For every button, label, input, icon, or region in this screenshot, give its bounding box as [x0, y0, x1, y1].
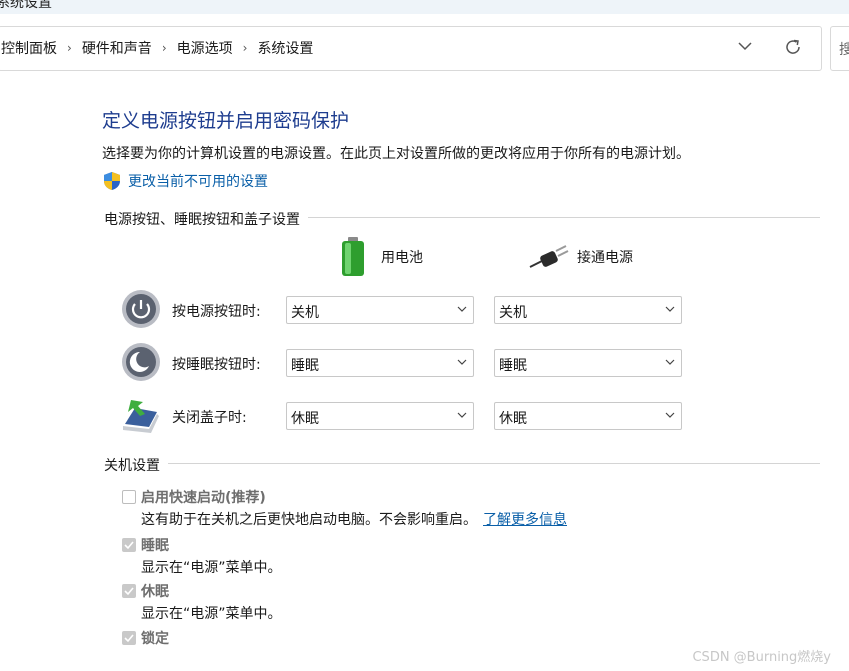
- fast-startup-checkbox[interactable]: [122, 490, 136, 504]
- sleep-button-plugged-select[interactable]: 睡眠: [494, 349, 682, 377]
- change-unavailable-settings-link[interactable]: 更改当前不可用的设置: [102, 171, 268, 191]
- sleep-description: 显示在“电源”菜单中。: [141, 560, 282, 576]
- sleep-button-label: 按睡眠按钮时:: [172, 357, 261, 373]
- chevron-down-icon: [665, 306, 675, 312]
- lock-label: 锁定: [141, 631, 169, 647]
- fast-startup-desc-text: 这有助于在关机之后更快地启动电脑。不会影响重启。: [141, 512, 477, 528]
- select-value: 关机: [291, 305, 319, 321]
- page-description: 选择要为你的计算机设置的电源设置。在此页上对设置所做的更改将应用于你所有的电源计…: [102, 146, 690, 162]
- chevron-down-icon: [457, 359, 467, 365]
- fast-startup-description: 这有助于在关机之后更快地启动电脑。不会影响重启。 了解更多信息: [141, 509, 567, 529]
- battery-icon: [342, 237, 364, 276]
- select-value: 睡眠: [499, 358, 527, 374]
- chevron-down-icon: [457, 412, 467, 418]
- plugged-column-header: 接通电源: [528, 243, 633, 271]
- sleep-button-battery-select[interactable]: 睡眠: [286, 349, 474, 377]
- breadcrumb-control-panel[interactable]: 控制面板: [1, 38, 57, 58]
- chevron-down-icon: [665, 412, 675, 418]
- select-value: 休眠: [499, 411, 527, 427]
- history-dropdown-button[interactable]: [737, 38, 759, 58]
- checkmark-icon: [124, 587, 134, 596]
- laptop-lid-icon: [123, 400, 159, 433]
- sleep-button-icon: [122, 343, 160, 381]
- checkmark-icon: [124, 541, 134, 550]
- address-bar[interactable]: 控制面板 › 硬件和声音 › 电源选项 › 系统设置: [0, 26, 822, 71]
- title-bar: 系统设置: [0, 0, 849, 14]
- fast-startup-label: 启用快速启动(推荐): [141, 490, 266, 506]
- plugged-column-label: 接通电源: [577, 250, 633, 266]
- breadcrumb: 控制面板 › 硬件和声音 › 电源选项 › 系统设置: [1, 38, 313, 58]
- shutdown-group-title: 关机设置: [104, 455, 168, 475]
- lid-close-battery-select[interactable]: 休眠: [286, 402, 474, 430]
- power-button-plugged-select[interactable]: 关机: [494, 296, 682, 324]
- hibernate-description: 显示在“电源”菜单中。: [141, 606, 282, 622]
- power-button-label: 按电源按钮时:: [172, 304, 261, 320]
- chevron-down-icon: [457, 306, 467, 312]
- chevron-down-icon: [665, 359, 675, 365]
- hibernate-checkbox[interactable]: [122, 584, 136, 598]
- select-value: 关机: [499, 305, 527, 321]
- power-button-icon: [122, 290, 160, 328]
- lid-close-plugged-select[interactable]: 休眠: [494, 402, 682, 430]
- lock-checkbox[interactable]: [122, 631, 136, 645]
- sleep-checkbox[interactable]: [122, 538, 136, 552]
- chevron-down-icon: [738, 42, 752, 51]
- learn-more-link[interactable]: 了解更多信息: [483, 512, 567, 528]
- battery-column-label: 用电池: [381, 250, 423, 266]
- breadcrumb-power-options[interactable]: 电源选项: [177, 38, 233, 58]
- breadcrumb-system-settings[interactable]: 系统设置: [257, 38, 313, 58]
- page-title: 定义电源按钮并启用密码保护: [102, 110, 350, 132]
- breadcrumb-hardware-sound[interactable]: 硬件和声音: [82, 38, 152, 58]
- watermark: CSDN @Burning燃烧y: [692, 650, 831, 665]
- power-button-battery-select[interactable]: 关机: [286, 296, 474, 324]
- chevron-right-icon[interactable]: ›: [67, 41, 72, 55]
- search-placeholder: 搜: [839, 39, 849, 59]
- power-plug-icon: [529, 245, 569, 268]
- power-group-title: 电源按钮、睡眠按钮和盖子设置: [104, 209, 308, 229]
- chevron-right-icon[interactable]: ›: [162, 41, 167, 55]
- chevron-right-icon[interactable]: ›: [243, 41, 248, 55]
- window-title: 系统设置: [0, 0, 52, 11]
- uac-shield-icon: [104, 172, 120, 190]
- sleep-label: 睡眠: [141, 538, 169, 554]
- change-link-text[interactable]: 更改当前不可用的设置: [128, 171, 268, 191]
- checkmark-icon: [124, 634, 134, 643]
- select-value: 睡眠: [291, 358, 319, 374]
- group-divider: [104, 463, 820, 464]
- search-input[interactable]: 搜: [830, 26, 849, 71]
- battery-column-header: 用电池: [337, 236, 423, 278]
- select-value: 休眠: [291, 411, 319, 427]
- refresh-button[interactable]: [783, 37, 805, 57]
- refresh-icon: [786, 39, 800, 54]
- hibernate-label: 休眠: [141, 584, 169, 600]
- lid-close-label: 关闭盖子时:: [172, 410, 247, 426]
